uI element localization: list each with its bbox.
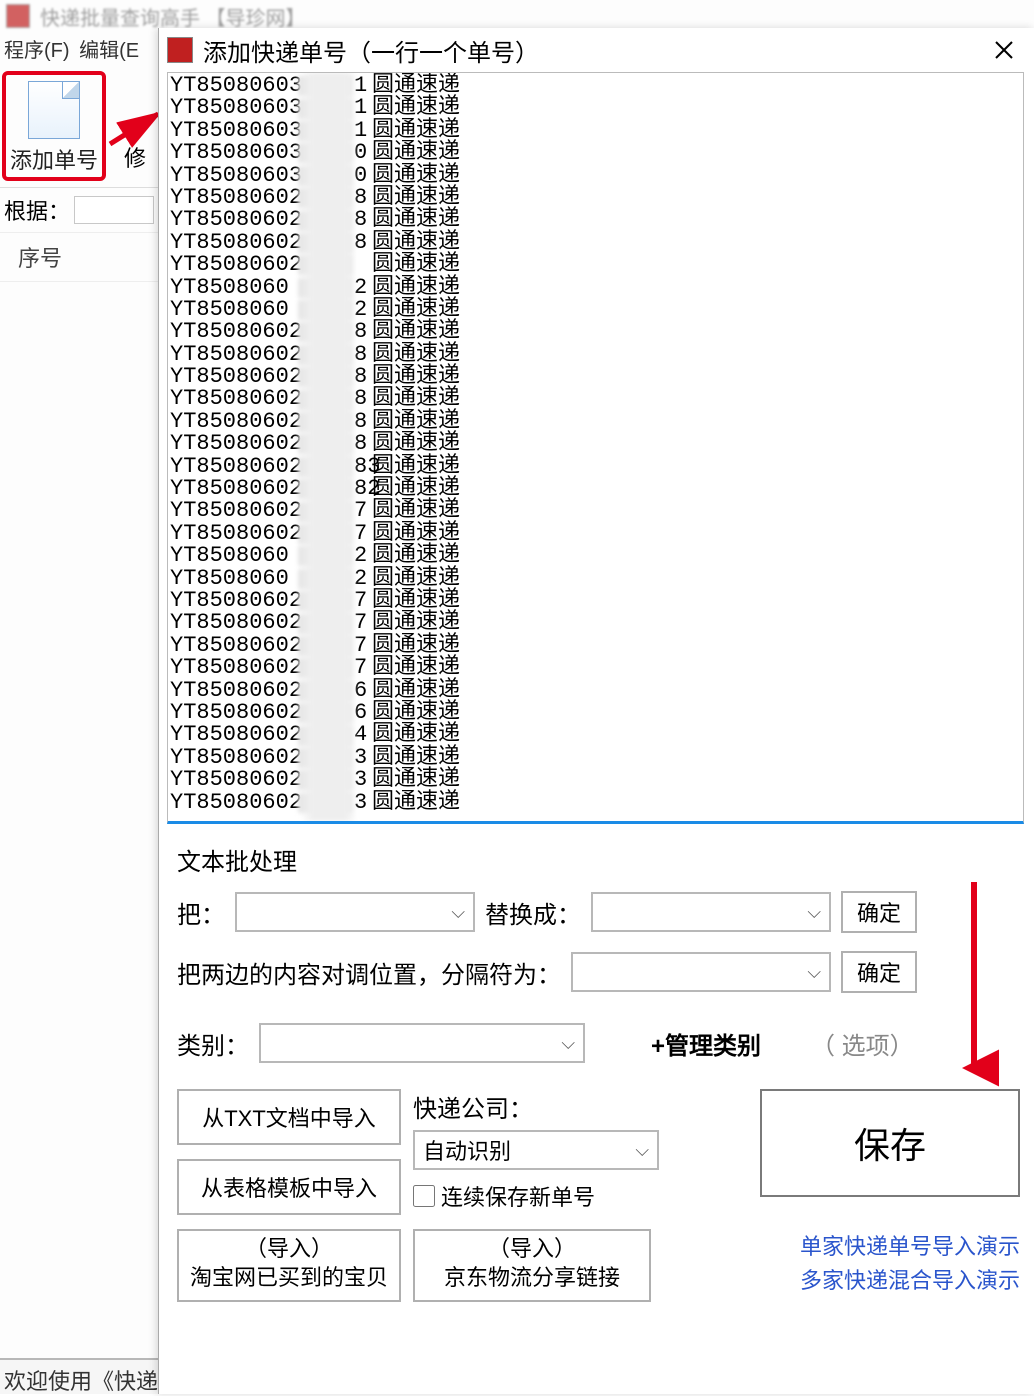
add-tracking-dialog: 添加快递单号（一行一个单号） YT850806031圆通速递YT85080603… — [158, 28, 1034, 1394]
import-template-button[interactable]: 从表格模板中导入 — [177, 1159, 401, 1215]
tracking-row: YT8508060282圆通速递 — [170, 478, 1021, 500]
add-tracking-label: 添加单号 — [10, 143, 98, 175]
document-icon — [28, 81, 80, 139]
replace-to-label: 替换成： — [485, 895, 581, 930]
bottom-controls: 从TXT文档中导入 快递公司： 自动识别 连续保存新单号 保存 从表格模板中导入… — [177, 1089, 1020, 1302]
dialog-titlebar: 添加快递单号（一行一个单号） — [159, 28, 1034, 72]
tracking-textarea[interactable]: YT850806031圆通速递YT850806031圆通速递YT85080603… — [167, 72, 1024, 824]
demo-single-link[interactable]: 单家快递单号导入演示 — [800, 1229, 1020, 1261]
tracking-row: YT850806028圆通速递 — [170, 388, 1021, 410]
dialog-title: 添加快递单号（一行一个单号） — [203, 33, 982, 68]
tracking-row: YT850806028圆通速递 — [170, 232, 1021, 254]
filter-label: 根据： — [4, 194, 70, 226]
tracking-row: YT850806031圆通速递 — [170, 97, 1021, 119]
close-button[interactable] — [982, 32, 1026, 68]
filter-input[interactable] — [74, 196, 154, 224]
tracking-row: YT850806023圆通速递 — [170, 747, 1021, 769]
batch-section: 文本批处理 把： 替换成： 确定 把两边的内容对调位置，分隔符为： 确定 类别：… — [177, 842, 1020, 1063]
tracking-row: YT8508060283圆通速递 — [170, 456, 1021, 478]
category-label: 类别： — [177, 1026, 249, 1061]
tracking-row: YT850806027圆通速递 — [170, 500, 1021, 522]
demo-multi-link[interactable]: 多家快递混合导入演示 — [800, 1263, 1020, 1295]
replace-confirm-button[interactable]: 确定 — [841, 891, 917, 933]
tracking-row: YT850806026圆通速递 — [170, 680, 1021, 702]
courier-combo[interactable]: 自动识别 — [413, 1130, 659, 1170]
swap-label: 把两边的内容对调位置，分隔符为： — [177, 955, 561, 990]
swap-delim-combo[interactable] — [571, 952, 831, 992]
import-txt-button[interactable]: 从TXT文档中导入 — [177, 1089, 401, 1145]
tracking-row: YT850806030圆通速递 — [170, 142, 1021, 164]
tracking-row: YT850806028圆通速递 — [170, 411, 1021, 433]
tracking-row: YT850806028圆通速递 — [170, 321, 1021, 343]
tracking-row: YT850806024圆通速递 — [170, 724, 1021, 746]
redaction-overlay — [300, 73, 358, 821]
modify-button-partial[interactable]: 修 — [124, 141, 146, 173]
tracking-row: YT850806031圆通速递 — [170, 120, 1021, 142]
replace-from-combo[interactable] — [235, 892, 475, 932]
add-tracking-button[interactable]: 添加单号 — [2, 71, 106, 181]
tracking-row: YT85080602圆通速递 — [170, 254, 1021, 276]
tracking-row: YT850806028圆通速递 — [170, 344, 1021, 366]
dialog-icon — [167, 37, 193, 63]
swap-confirm-button[interactable]: 确定 — [841, 951, 917, 993]
tracking-row: YT850806027圆通速递 — [170, 523, 1021, 545]
menu-program[interactable]: 程序(F) — [4, 40, 70, 62]
tracking-row: YT850806028圆通速递 — [170, 366, 1021, 388]
import-taobao-button[interactable]: （导入） 淘宝网已买到的宝贝 — [177, 1229, 401, 1302]
tracking-row: YT85080602圆通速递 — [170, 545, 1021, 567]
tracking-row: YT850806028圆通速递 — [170, 209, 1021, 231]
import-jd-button[interactable]: （导入） 京东物流分享链接 — [413, 1229, 651, 1302]
tracking-row: YT85080602圆通速递 — [170, 299, 1021, 321]
save-button[interactable]: 保存 — [760, 1089, 1020, 1197]
tracking-row: YT85080602圆通速递 — [170, 568, 1021, 590]
tracking-row: YT850806028圆通速递 — [170, 433, 1021, 455]
status-text: 欢迎使用《快递 — [4, 1369, 158, 1394]
manage-category-link[interactable]: +管理类别 — [651, 1026, 761, 1061]
tracking-row: YT850806028圆通速递 — [170, 187, 1021, 209]
category-combo[interactable] — [259, 1023, 585, 1063]
main-title: 快递批量查询高手 【导珍网】 — [40, 2, 306, 31]
tracking-row: YT850806023圆通速递 — [170, 769, 1021, 791]
continuous-save-label: 连续保存新单号 — [441, 1180, 595, 1212]
batch-title: 文本批处理 — [177, 842, 1020, 877]
close-icon — [994, 40, 1014, 60]
tracking-row: YT850806027圆通速递 — [170, 590, 1021, 612]
replace-from-label: 把： — [177, 895, 225, 930]
menu-edit[interactable]: 编辑(E — [79, 40, 139, 62]
tracking-row: YT850806030圆通速递 — [170, 165, 1021, 187]
continuous-save-checkbox[interactable] — [413, 1185, 435, 1207]
tracking-row: YT850806023圆通速递 — [170, 792, 1021, 814]
courier-label: 快递公司： — [413, 1089, 673, 1124]
tracking-row: YT850806027圆通速递 — [170, 612, 1021, 634]
continuous-save-row[interactable]: 连续保存新单号 — [413, 1180, 673, 1212]
col-seq: 序号 — [18, 246, 62, 271]
app-icon — [6, 4, 30, 28]
tracking-row: YT850806031圆通速递 — [170, 75, 1021, 97]
tracking-row: YT850806027圆通速递 — [170, 657, 1021, 679]
optional-hint: （ 选项） — [811, 1026, 914, 1061]
tracking-row: YT850806027圆通速递 — [170, 635, 1021, 657]
tracking-row: YT85080602圆通速递 — [170, 277, 1021, 299]
replace-to-combo[interactable] — [591, 892, 831, 932]
tracking-row: YT850806026圆通速递 — [170, 702, 1021, 724]
